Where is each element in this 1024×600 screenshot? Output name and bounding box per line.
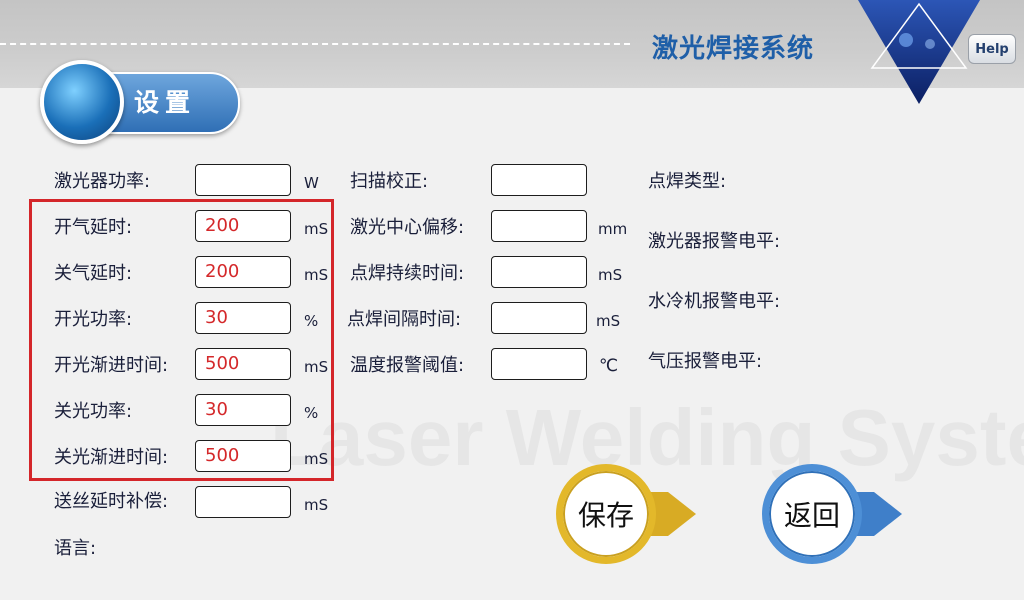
input-laser-power[interactable] — [195, 164, 291, 196]
input-gas-off-delay[interactable]: 200 — [195, 256, 291, 288]
input-laser-center-offset[interactable] — [491, 210, 587, 242]
header-dashed-line — [0, 43, 630, 45]
label-light-on-power: 开光功率: — [54, 309, 133, 330]
input-wire-feed-compensation[interactable] — [195, 486, 291, 518]
input-scan-calibration[interactable] — [491, 164, 587, 196]
back-button-label: 返回 — [762, 464, 862, 564]
section-title: 设置 — [134, 88, 197, 117]
globe-icon — [40, 60, 124, 144]
unit-gas-off-delay: mS — [304, 266, 329, 284]
unit-temperature-alarm-threshold: ℃ — [599, 356, 619, 376]
help-button[interactable]: Help — [968, 34, 1016, 64]
label-spot-weld-interval: 点焊间隔时间: — [347, 309, 462, 330]
input-light-off-power[interactable]: 30 — [195, 394, 291, 426]
triangle-logo-icon — [858, 0, 980, 104]
input-light-off-ramp-time[interactable]: 500 — [195, 440, 291, 472]
unit-light-on-ramp-time: mS — [304, 358, 329, 376]
input-temperature-alarm-threshold[interactable] — [491, 348, 587, 380]
unit-spot-weld-interval: mS — [596, 312, 621, 330]
unit-laser-center-offset: mm — [598, 220, 628, 238]
label-scan-calibration: 扫描校正: — [350, 171, 429, 192]
label-laser-center-offset: 激光中心偏移: — [350, 217, 465, 238]
label-light-on-ramp-time: 开光渐进时间: — [54, 355, 169, 376]
back-button[interactable]: 返回 — [762, 464, 912, 564]
label-air-pressure-alarm-level: 气压报警电平: — [648, 351, 763, 372]
system-title: 激光焊接系统 — [652, 34, 815, 64]
input-light-on-power[interactable]: 30 — [195, 302, 291, 334]
label-gas-off-delay: 关气延时: — [54, 263, 133, 284]
label-laser-power: 激光器功率: — [54, 171, 151, 192]
label-spot-weld-type: 点焊类型: — [648, 171, 727, 192]
input-light-on-ramp-time[interactable]: 500 — [195, 348, 291, 380]
label-light-off-power: 关光功率: — [54, 401, 133, 422]
label-language: 语言: — [54, 538, 97, 559]
label-spot-weld-duration: 点焊持续时间: — [350, 263, 465, 284]
label-wire-feed-compensation: 送丝延时补偿: — [54, 491, 169, 512]
label-chiller-alarm-level: 水冷机报警电平: — [648, 291, 781, 312]
unit-light-off-ramp-time: mS — [304, 450, 329, 468]
label-gas-on-delay: 开气延时: — [54, 217, 133, 238]
input-gas-on-delay[interactable]: 200 — [195, 210, 291, 242]
unit-laser-power: W — [304, 174, 319, 192]
save-button[interactable]: 保存 — [556, 464, 706, 564]
unit-gas-on-delay: mS — [304, 220, 329, 238]
unit-light-off-power: % — [304, 404, 319, 422]
input-spot-weld-duration[interactable] — [491, 256, 587, 288]
label-laser-alarm-level: 激光器报警电平: — [648, 231, 781, 252]
label-temperature-alarm-threshold: 温度报警阈值: — [350, 355, 465, 376]
input-spot-weld-interval[interactable] — [491, 302, 587, 334]
unit-wire-feed-compensation: mS — [304, 496, 329, 514]
unit-light-on-power: % — [304, 312, 319, 330]
label-light-off-ramp-time: 关光渐进时间: — [54, 447, 169, 468]
save-button-label: 保存 — [556, 464, 656, 564]
unit-spot-weld-duration: mS — [598, 266, 623, 284]
